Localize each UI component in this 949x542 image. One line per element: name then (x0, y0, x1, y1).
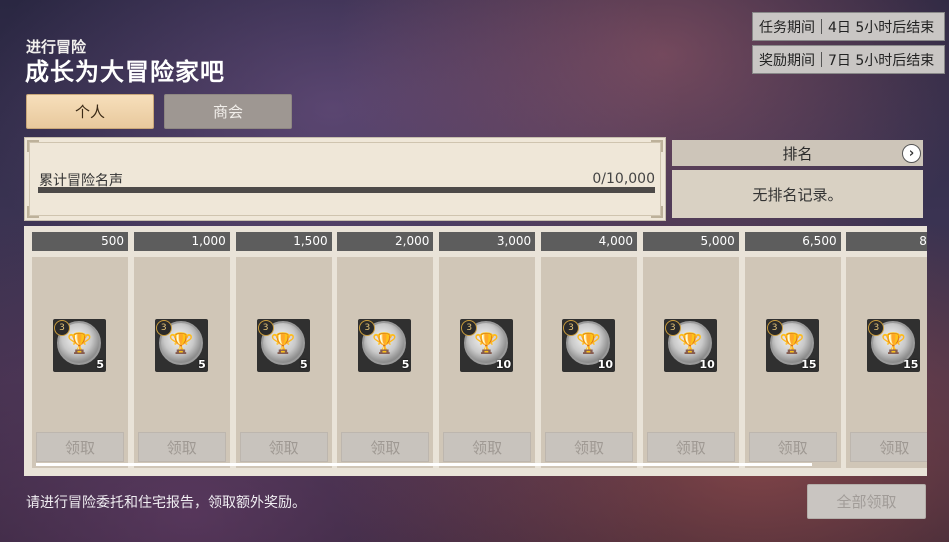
claim-button[interactable]: 领取 (748, 432, 837, 462)
reward-threshold: 5,000 (642, 232, 739, 251)
claim-button[interactable]: 领取 (545, 432, 633, 462)
reward-card-body: 🏆 3 10 领取 (541, 257, 637, 468)
reward-card: 6,500 🏆 3 15 领取 (744, 232, 841, 468)
trophy-coin-icon[interactable]: 🏆 3 10 (663, 319, 717, 372)
claim-button[interactable]: 领取 (850, 432, 927, 462)
trophy-coin-icon[interactable]: 🏆 3 5 (53, 319, 106, 372)
fame-value: 0/10,000 (592, 171, 655, 187)
tab-personal[interactable]: 个人 (26, 94, 154, 129)
reward-period: 奖励期间 7日 5小时后结束 (752, 45, 945, 74)
trophy-coin-icon[interactable]: 🏆 3 5 (154, 319, 208, 372)
grade-badge: 3 (257, 320, 274, 336)
trophy-icon: 🏆 (779, 331, 805, 355)
reward-card: 500 🏆 3 5 领取 (32, 232, 128, 468)
frame-corner (651, 140, 663, 152)
reward-card-body: 🏆 3 5 领取 (235, 257, 332, 468)
claim-button[interactable]: 领取 (646, 432, 735, 462)
claim-button[interactable]: 领取 (137, 432, 226, 462)
frame-corner (651, 206, 663, 218)
trophy-icon: 🏆 (67, 331, 92, 355)
item-quantity: 10 (699, 358, 715, 371)
trophy-icon: 🏆 (270, 331, 296, 355)
item-quantity: 15 (903, 358, 919, 371)
trophy-coin-icon[interactable]: 🏆 3 10 (460, 319, 514, 372)
item-quantity: 5 (401, 358, 410, 371)
reward-card-body: 🏆 3 10 领取 (642, 257, 739, 468)
fame-progress-bar (38, 187, 655, 193)
horizontal-scrollbar[interactable] (36, 463, 812, 466)
item-quantity: 5 (299, 358, 308, 371)
reward-card: 1,000 🏆 3 5 领取 (133, 232, 230, 468)
trophy-coin-icon[interactable]: 🏆 3 5 (358, 319, 412, 372)
trophy-icon: 🏆 (881, 331, 907, 355)
trophy-icon: 🏆 (372, 331, 398, 355)
ranking-empty: 无排名记录。 (672, 170, 923, 218)
ranking-header[interactable]: 排名 › (672, 140, 923, 166)
claim-button[interactable]: 领取 (36, 432, 124, 462)
grade-badge: 3 (664, 320, 681, 336)
item-quantity: 15 (801, 358, 817, 371)
reward-period-value: 7日 5小时后结束 (828, 52, 935, 69)
trophy-icon: 🏆 (677, 331, 703, 355)
grade-badge: 3 (155, 320, 172, 336)
quest-period-value: 4日 5小时后结束 (828, 19, 935, 36)
reward-threshold: 1,000 (133, 232, 230, 251)
reward-card: 8,0 🏆 3 15 领取 (846, 232, 927, 468)
reward-card-body: 🏆 3 5 领取 (337, 257, 434, 468)
divider (821, 19, 822, 34)
reward-threshold: 4,000 (541, 232, 637, 251)
grade-badge: 3 (54, 320, 70, 336)
trophy-coin-icon[interactable]: 🏆 3 5 (256, 319, 310, 372)
fame-panel: 累计冒险名声 0/10,000 (24, 137, 666, 221)
item-quantity: 10 (597, 358, 613, 371)
quest-period-label: 任务期间 (759, 19, 815, 36)
reward-threshold: 2,000 (337, 232, 434, 251)
rewards-panel: 500 🏆 3 5 领取 1,000 🏆 3 5 领取 1,500 � (24, 226, 927, 476)
divider (821, 52, 822, 67)
quest-period: 任务期间 4日 5小时后结束 (752, 12, 945, 41)
reward-card-body: 🏆 3 5 领取 (32, 257, 128, 468)
claim-all-button[interactable]: 全部领取 (807, 484, 926, 519)
grade-badge: 3 (563, 320, 579, 336)
trophy-icon: 🏆 (168, 331, 194, 355)
reward-card: 3,000 🏆 3 10 领取 (439, 232, 536, 468)
fame-panel-frame (29, 142, 661, 216)
reward-card-body: 🏆 3 15 领取 (846, 257, 927, 468)
reward-card: 1,500 🏆 3 5 领取 (235, 232, 332, 468)
ranking-title: 排名 (782, 144, 813, 163)
reward-card: 4,000 🏆 3 10 领取 (541, 232, 637, 468)
trophy-coin-icon[interactable]: 🏆 3 10 (562, 319, 615, 372)
reward-threshold: 8,0 (846, 232, 927, 251)
frame-corner (27, 140, 39, 152)
item-quantity: 5 (96, 358, 104, 371)
trophy-icon: 🏆 (576, 331, 601, 355)
reward-card-body: 🏆 3 15 领取 (744, 257, 841, 468)
tab-guild[interactable]: 商会 (164, 94, 292, 129)
page-title: 成长为大冒险家吧 (25, 58, 225, 86)
trophy-icon: 🏆 (474, 331, 500, 355)
reward-threshold: 3,000 (439, 232, 536, 251)
reward-card-body: 🏆 3 5 领取 (133, 257, 230, 468)
claim-button[interactable]: 领取 (239, 432, 328, 462)
reward-threshold: 6,500 (744, 232, 841, 251)
chevron-right-icon[interactable]: › (902, 144, 921, 163)
claim-button[interactable]: 领取 (341, 432, 430, 462)
claim-button[interactable]: 领取 (443, 432, 532, 462)
item-quantity: 5 (198, 358, 206, 371)
trophy-coin-icon[interactable]: 🏆 3 15 (765, 319, 819, 372)
frame-corner (27, 206, 39, 218)
reward-period-label: 奖励期间 (759, 52, 815, 69)
footer-hint: 请进行冒险委托和住宅报告，领取额外奖励。 (26, 495, 306, 511)
reward-threshold: 500 (32, 232, 128, 251)
reward-threshold: 1,500 (235, 232, 332, 251)
reward-card: 5,000 🏆 3 10 领取 (642, 232, 739, 468)
reward-card-body: 🏆 3 10 领取 (439, 257, 536, 468)
trophy-coin-icon[interactable]: 🏆 3 15 (867, 319, 921, 372)
grade-badge: 3 (766, 320, 783, 336)
item-quantity: 10 (495, 358, 512, 371)
reward-card: 2,000 🏆 3 5 领取 (337, 232, 434, 468)
